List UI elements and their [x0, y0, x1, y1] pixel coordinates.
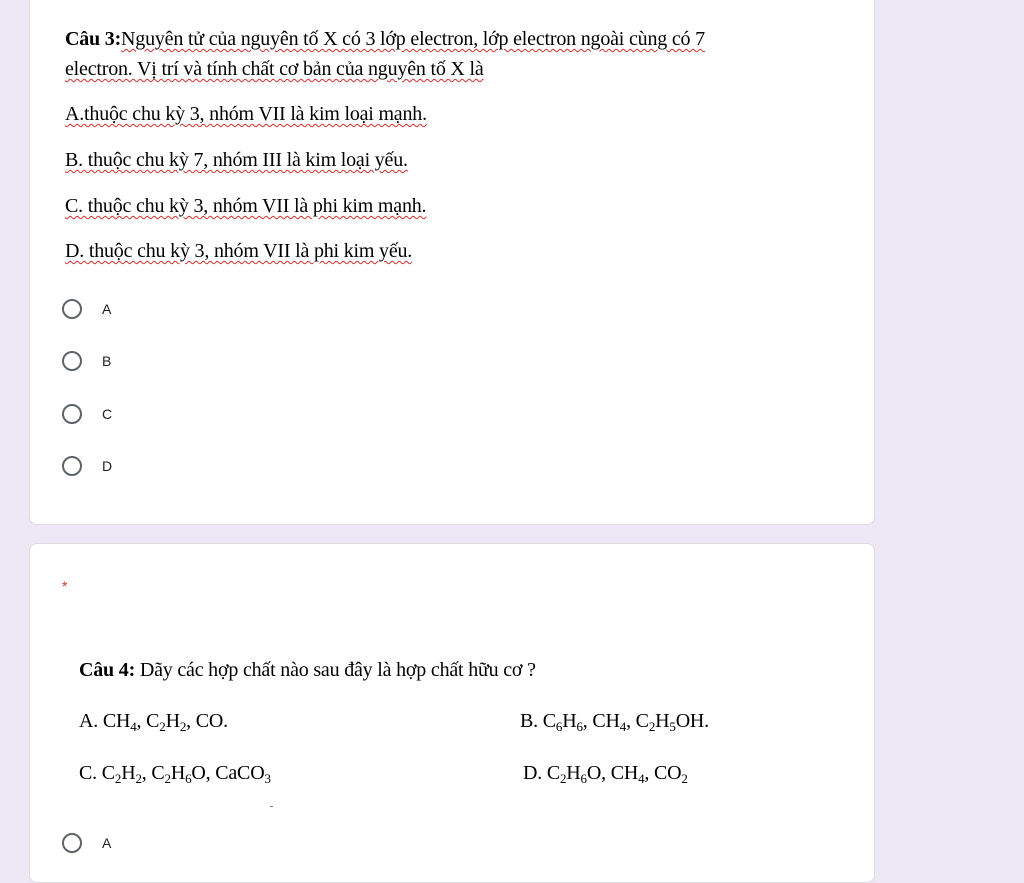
question-3-option-d-text: D. thuộc chu kỳ 3, nhóm VII là phi kim y… [65, 239, 412, 263]
formula-part: H [566, 762, 581, 784]
formula-part: B. C [520, 710, 556, 732]
radio-button[interactable] [62, 833, 82, 853]
subscript: 2 [681, 771, 688, 786]
formula-part: H [562, 710, 577, 732]
radio-button[interactable] [62, 456, 82, 476]
formula-part: , CO. [186, 710, 228, 732]
formula-part: , C [136, 710, 160, 732]
subscript: 3 [264, 771, 271, 786]
choice-label: B [102, 353, 112, 369]
question-4-option-a-text: A. CH4, C2H2, CO. [79, 709, 228, 733]
formula-part: , CH [582, 710, 620, 732]
formula-part: , C [626, 710, 649, 732]
option-d-text: D. thuộc chu kỳ 3, nhóm VII là phi kim y… [65, 240, 413, 262]
q3-choice-b[interactable]: B [62, 345, 111, 377]
formula-part: O, CH [586, 762, 639, 784]
formula-part: H [121, 762, 136, 784]
option-a-text: A.thuộc chu kỳ 3, nhóm VII là kim loại m… [65, 103, 427, 125]
question-4-option-b-text: B. C6H6, CH4, C2H5OH. [520, 709, 709, 733]
choice-label: A [102, 301, 112, 317]
formula-part: , C [141, 762, 165, 784]
question-3-option-a-text: A.thuộc chu kỳ 3, nhóm VII là kim loại m… [65, 102, 427, 126]
question-3-text-line-1: Câu 3:Nguyên tử của nguyên tố X có 3 lớp… [65, 27, 705, 51]
formula-part: H [165, 710, 180, 732]
choice-label: C [102, 406, 113, 422]
formula-part: A. CH [79, 710, 131, 732]
question-3-option-c-text: C. thuộc chu kỳ 3, nhóm VII là phi kim m… [65, 194, 427, 218]
q3-choice-c[interactable]: C [62, 398, 112, 430]
choice-label: A [102, 835, 112, 851]
question-4-number: Câu 4: [79, 659, 136, 681]
formula-part: O, CaCO [191, 762, 265, 784]
formula-part: H [170, 762, 186, 784]
question-3-number: Câu 3: [65, 28, 122, 50]
formula-part: D. C [523, 762, 560, 784]
option-c-text: C. thuộc chu kỳ 3, nhóm VII là phi kim m… [65, 195, 427, 217]
question-4-title: Câu 4: Dãy các hợp chất nào sau đây là h… [79, 658, 536, 682]
q3-choice-d[interactable]: D [62, 450, 112, 482]
question-3-option-b-text: B. thuộc chu kỳ 7, nhóm III là kim loại … [65, 148, 408, 172]
option-b-text: B. thuộc chu kỳ 7, nhóm III là kim loại … [65, 149, 408, 171]
radio-button[interactable] [62, 299, 82, 319]
question-3-stem: Nguyên tử của nguyên tố X có 3 lớp elect… [121, 28, 705, 50]
question-4-option-d-text: D. C2H6O, CH4, CO2 [523, 761, 688, 785]
formula-part: OH. [675, 710, 709, 732]
question-card-3: Câu 3:Nguyên tử của nguyên tố X có 3 lớp… [29, 0, 875, 525]
formula-part: H [655, 710, 670, 732]
choice-label: D [102, 458, 113, 474]
question-3-text-line-2: electron. Vị trí và tính chất cơ bản của… [65, 57, 484, 81]
formula-part: C. C [79, 762, 115, 784]
q3-choice-a[interactable]: A [62, 293, 111, 325]
formula-part: , CO [644, 762, 682, 784]
question-4-option-c-text: C. C2H2, C2H6O, CaCO3 [79, 761, 271, 785]
radio-button[interactable] [62, 404, 82, 424]
question-4-stem: Dãy các hợp chất nào sau đây là hợp chất… [135, 659, 536, 681]
question-3-stem-continued: electron. Vị trí và tính chất cơ bản của… [65, 58, 484, 80]
radio-button[interactable] [62, 351, 82, 371]
stray-mark [270, 806, 273, 807]
question-card-4: * Câu 4: Dãy các hợp chất nào sau đây là… [29, 543, 875, 883]
q4-choice-a[interactable]: A [62, 827, 111, 859]
required-asterisk: * [62, 578, 68, 594]
